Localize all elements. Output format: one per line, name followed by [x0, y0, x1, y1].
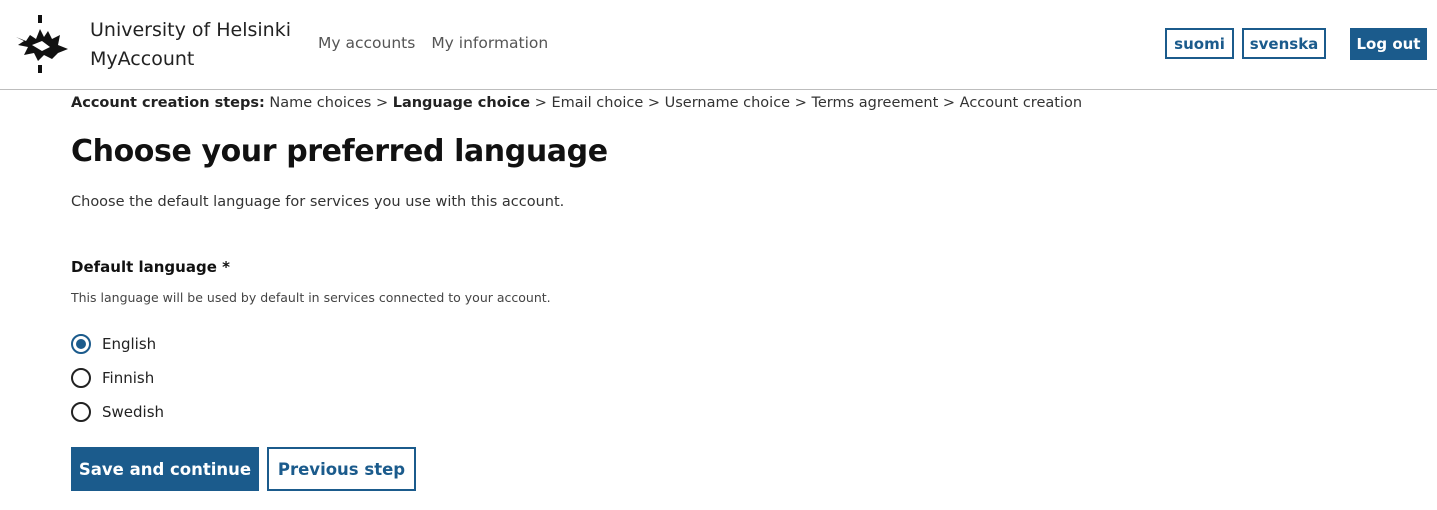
breadcrumb: Account creation steps: Name choices > L…: [71, 92, 1411, 114]
main-nav: My accounts My information: [318, 34, 548, 52]
option-label: Finnish: [102, 369, 155, 387]
breadcrumb-separator: >: [375, 95, 389, 111]
logout-button[interactable]: Log out: [1350, 28, 1427, 60]
default-language-label: Default language *: [71, 258, 230, 276]
breadcrumb-step-name: Name choices: [269, 95, 372, 111]
breadcrumb-separator: >: [942, 95, 956, 111]
radio-swedish[interactable]: [71, 402, 91, 422]
university-flame-logo-icon[interactable]: [14, 15, 70, 73]
default-language-hint: This language will be used by default in…: [71, 290, 551, 305]
form-actions: Save and continue Previous step: [71, 447, 1411, 491]
language-radio-group: English Finnish Swedish: [71, 327, 1411, 429]
language-option-finnish[interactable]: Finnish: [71, 361, 1411, 395]
previous-step-button[interactable]: Previous step: [267, 447, 416, 491]
breadcrumb-step-username: Username choice: [664, 95, 791, 111]
nav-my-information[interactable]: My information: [431, 34, 548, 52]
main-content: Account creation steps: Name choices > L…: [71, 92, 1411, 491]
breadcrumb-step-current: Language choice: [392, 95, 531, 111]
breadcrumb-separator: >: [534, 95, 547, 111]
brand-app-name: MyAccount: [90, 48, 195, 70]
breadcrumb-separator: >: [794, 95, 807, 111]
breadcrumb-separator: >: [647, 95, 661, 111]
option-label: English: [102, 335, 157, 353]
lang-svenska-button[interactable]: svenska: [1242, 28, 1326, 59]
breadcrumb-step-email: Email choice: [551, 95, 644, 111]
language-option-english[interactable]: English: [71, 327, 1411, 361]
save-and-continue-button[interactable]: Save and continue: [71, 447, 259, 491]
page-title: Choose your preferred language: [71, 134, 608, 169]
lang-suomi-button[interactable]: suomi: [1165, 28, 1234, 59]
radio-finnish[interactable]: [71, 368, 91, 388]
option-label: Swedish: [102, 403, 165, 421]
language-option-swedish[interactable]: Swedish: [71, 395, 1411, 429]
brand-title[interactable]: University of Helsinki MyAccount: [90, 16, 291, 74]
brand-university: University of Helsinki: [90, 19, 291, 41]
breadcrumb-label: Account creation steps:: [71, 95, 265, 111]
breadcrumb-step-creation: Account creation: [959, 95, 1083, 111]
nav-my-accounts[interactable]: My accounts: [318, 34, 415, 52]
site-header: University of Helsinki MyAccount My acco…: [0, 0, 1437, 90]
breadcrumb-step-terms: Terms agreement: [811, 95, 939, 111]
radio-english[interactable]: [71, 334, 91, 354]
page-description: Choose the default language for services…: [71, 194, 565, 210]
